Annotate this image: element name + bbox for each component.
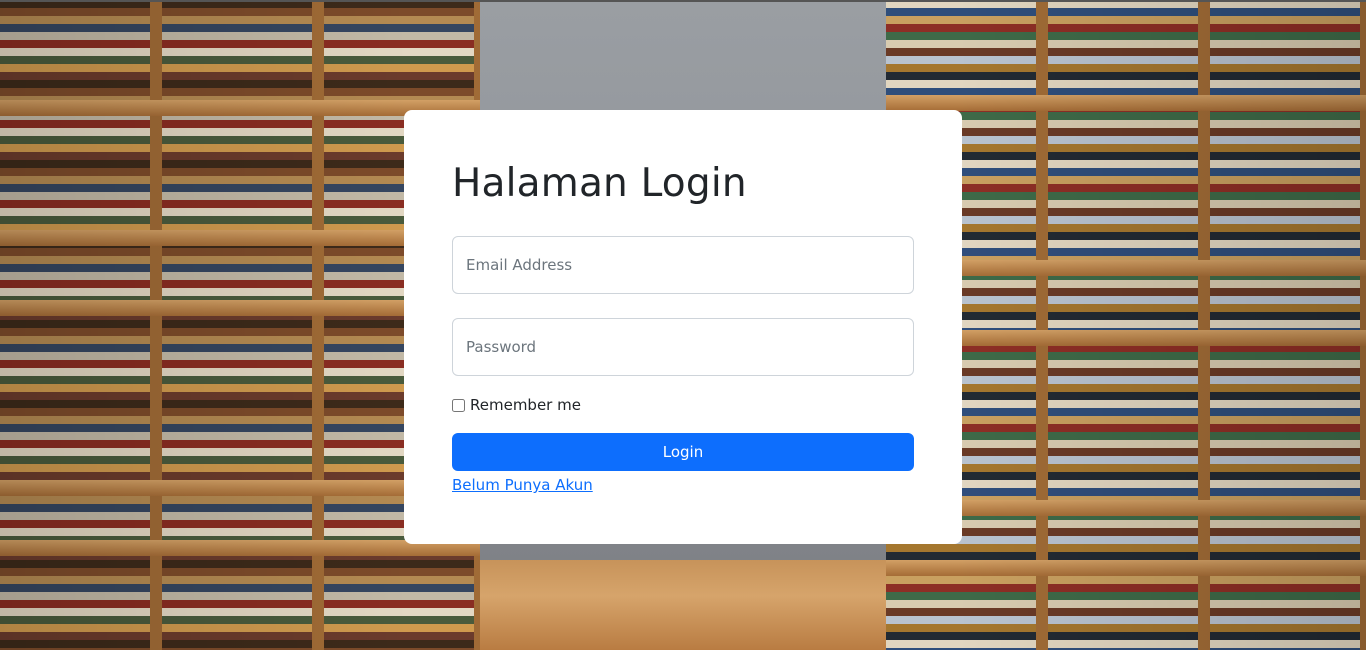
remember-me-checkbox[interactable]	[452, 398, 465, 412]
register-link[interactable]: Belum Punya Akun	[452, 476, 593, 494]
remember-me-label: Remember me	[470, 396, 581, 414]
remember-me-option[interactable]: Remember me	[452, 396, 914, 414]
login-card: Halaman Login Remember me Login Belum Pu…	[404, 110, 962, 544]
background-top-border	[0, 0, 1366, 2]
email-field[interactable]	[452, 236, 914, 294]
password-field[interactable]	[452, 318, 914, 376]
page-title: Halaman Login	[452, 161, 747, 206]
login-button[interactable]: Login	[452, 433, 914, 471]
